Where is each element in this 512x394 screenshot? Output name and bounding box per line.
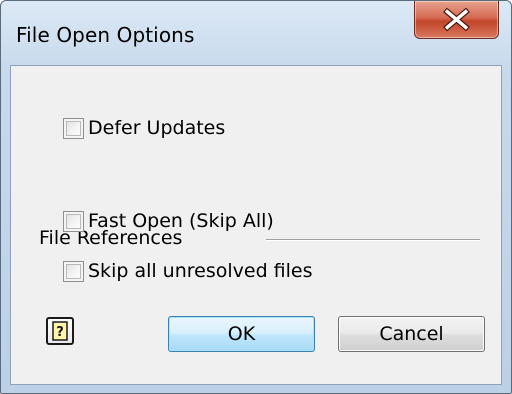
help-button[interactable]: ?	[46, 317, 74, 345]
defer-updates-option[interactable]: Defer Updates	[63, 117, 225, 139]
fast-open-label: Fast Open (Skip All)	[88, 210, 274, 232]
ok-button[interactable]: OK	[168, 316, 315, 352]
defer-updates-label: Defer Updates	[88, 117, 226, 139]
window-title: File Open Options	[16, 23, 195, 47]
fast-open-option[interactable]: Fast Open (Skip All)	[63, 210, 274, 232]
close-button[interactable]	[414, 1, 499, 39]
help-question-icon: ?	[52, 321, 68, 341]
skip-unresolved-label: Skip all unresolved files	[88, 260, 313, 282]
svg-text:?: ?	[56, 325, 64, 340]
cancel-button[interactable]: Cancel	[338, 316, 485, 352]
skip-unresolved-option[interactable]: Skip all unresolved files	[63, 260, 313, 282]
fast-open-checkbox[interactable]	[63, 210, 84, 232]
close-icon	[443, 7, 470, 32]
defer-updates-checkbox[interactable]	[63, 117, 84, 139]
skip-unresolved-checkbox[interactable]	[63, 260, 84, 282]
title-bar[interactable]: File Open Options	[1, 1, 511, 65]
section-divider	[266, 239, 480, 241]
file-open-options-dialog: File Open Options Defer Updates File Ref…	[0, 0, 512, 394]
